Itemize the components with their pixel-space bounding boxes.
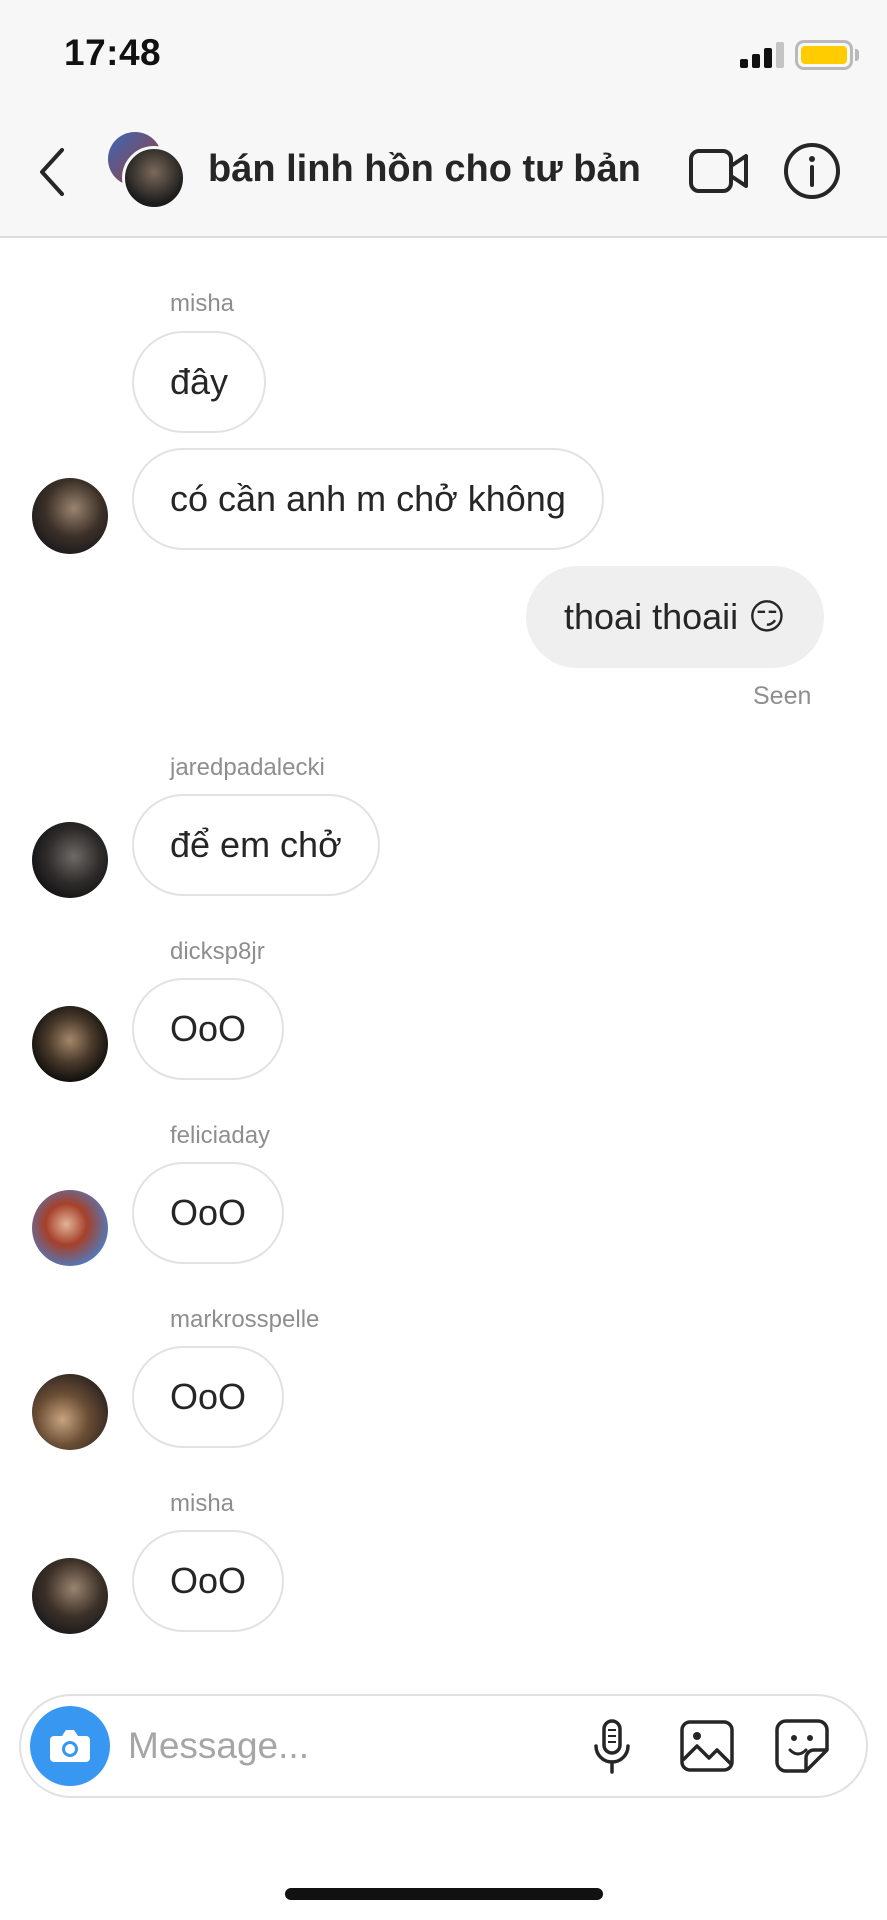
chat-title[interactable]: bán linh hồn cho tư bản <box>208 148 641 191</box>
sticker-button[interactable] <box>772 1716 832 1776</box>
avatar[interactable] <box>32 1190 108 1266</box>
member-avatar <box>122 146 186 210</box>
message-bubble[interactable]: để em chở <box>132 794 380 896</box>
camera-icon <box>50 1730 90 1762</box>
message-bubble[interactable]: OoO <box>132 1346 285 1448</box>
info-button[interactable] <box>783 142 841 200</box>
microphone-icon <box>594 1719 630 1774</box>
chat-header: 17:48 bán linh hồn cho tư bản <box>0 0 887 238</box>
avatar[interactable] <box>32 1558 108 1634</box>
message-input[interactable] <box>128 1718 548 1774</box>
image-icon <box>680 1720 734 1772</box>
avatar[interactable] <box>32 478 108 554</box>
avatar[interactable] <box>32 1006 108 1082</box>
sender-name: misha <box>170 1490 235 1517</box>
camera-button[interactable] <box>30 1706 110 1786</box>
info-icon <box>784 143 840 199</box>
avatar[interactable] <box>32 1374 108 1450</box>
gallery-button[interactable] <box>677 1716 737 1776</box>
sticker-icon <box>775 1719 829 1773</box>
voice-message-button[interactable] <box>582 1716 642 1776</box>
group-avatar[interactable] <box>108 132 190 212</box>
video-camera-icon <box>689 149 748 193</box>
sender-name: dicksp8jr <box>170 938 265 965</box>
video-call-button[interactable] <box>688 146 750 196</box>
sender-name: markrosspelle <box>170 1306 320 1333</box>
back-button[interactable] <box>30 140 80 200</box>
message-bubble[interactable]: OoO <box>132 1162 285 1264</box>
sender-name: misha <box>170 290 235 317</box>
signal-icon <box>740 42 786 68</box>
home-indicator[interactable] <box>285 1888 603 1900</box>
sender-name: feliciaday <box>170 1122 271 1149</box>
chevron-left-icon <box>40 148 64 196</box>
sender-name: jaredpadalecki <box>170 754 325 781</box>
status-time: 17:48 <box>64 32 162 73</box>
message-bubble[interactable]: OoO <box>132 1530 285 1632</box>
avatar[interactable] <box>32 822 108 898</box>
battery-cap <box>855 49 859 61</box>
message-bubble[interactable]: đây <box>132 331 267 433</box>
battery-icon <box>795 40 853 70</box>
message-bubble[interactable]: có cần anh m chở không <box>132 448 604 550</box>
seen-status: Seen <box>753 682 812 710</box>
message-bubble[interactable]: OoO <box>132 978 285 1080</box>
message-bubble-outgoing[interactable]: thoai thoaii 😏 <box>526 566 824 668</box>
